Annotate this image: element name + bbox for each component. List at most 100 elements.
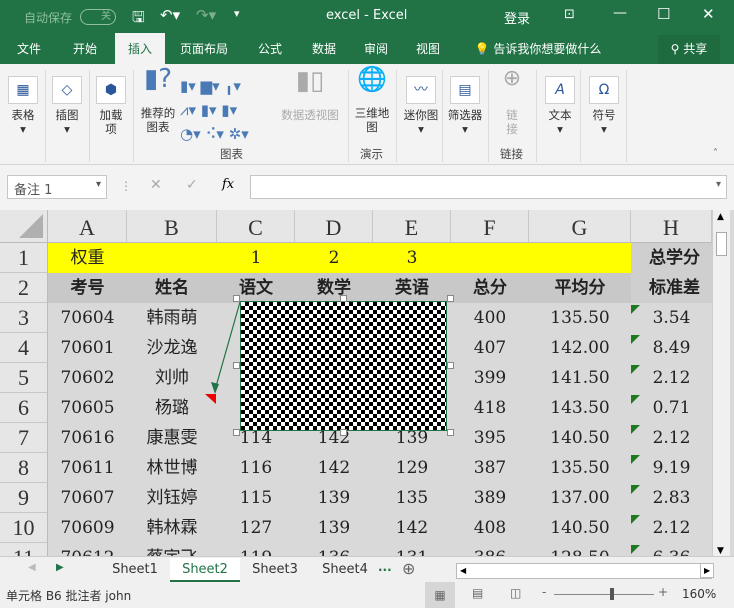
table-cell[interactable]: 387 — [451, 453, 529, 483]
table-cell[interactable]: 141.50 — [529, 363, 631, 393]
row-header-5[interactable]: 5 — [0, 363, 48, 393]
normal-view-icon[interactable]: ▦ — [425, 582, 455, 608]
table-cell[interactable]: 140.50 — [529, 513, 631, 543]
table-cell[interactable]: 70609 — [48, 513, 127, 543]
collapse-ribbon-icon[interactable]: ˄ — [713, 148, 718, 159]
save-icon[interactable]: 🖫 — [132, 7, 145, 32]
table-cell[interactable]: 389 — [451, 483, 529, 513]
zoom-level[interactable]: 160% — [682, 587, 716, 601]
resize-handle[interactable] — [233, 295, 240, 302]
table-cell[interactable]: 8.49 — [631, 333, 712, 363]
header-cell[interactable]: 英语 — [373, 273, 451, 303]
table-cell[interactable]: 140.50 — [529, 423, 631, 453]
table-cell[interactable]: 林世博 — [127, 453, 217, 483]
table-cell[interactable]: 135.50 — [529, 453, 631, 483]
table-cell[interactable]: 2.83 — [631, 483, 712, 513]
table-cell[interactable]: 137.00 — [529, 483, 631, 513]
scroll-right-arrow[interactable]: ▶ — [700, 563, 715, 578]
resize-handle[interactable] — [233, 362, 240, 369]
tab-file[interactable]: 文件 — [8, 33, 50, 64]
table-cell[interactable]: 70616 — [48, 423, 127, 453]
table-cell[interactable]: 2.12 — [631, 513, 712, 543]
ribbon-display-icon[interactable]: ⊡ — [564, 7, 575, 22]
resize-handle[interactable] — [447, 362, 454, 369]
table-cell[interactable]: 127 — [217, 513, 295, 543]
zoom-in-icon[interactable]: + — [658, 585, 668, 599]
cell-h1[interactable]: 总学分 — [631, 243, 712, 273]
table-cell[interactable]: 400 — [451, 303, 529, 333]
resize-handle[interactable] — [340, 295, 347, 302]
page-break-icon[interactable]: ◫ — [510, 586, 521, 600]
zoom-slider[interactable] — [554, 588, 654, 600]
column-header-e[interactable]: E — [373, 210, 451, 243]
maximize-icon[interactable]: ☐ — [657, 5, 670, 23]
column-header-g[interactable]: G — [529, 210, 631, 243]
tab-view[interactable]: 视图 — [408, 33, 448, 64]
name-box[interactable]: 备注 1 ▾ — [7, 175, 107, 199]
table-cell[interactable]: 9.19 — [631, 453, 712, 483]
select-all-button[interactable] — [0, 210, 48, 243]
tab-data[interactable]: 数据 — [304, 33, 344, 64]
table-button[interactable]: ▦ 表格 ▾ — [4, 70, 42, 136]
table-cell[interactable]: 129 — [373, 453, 451, 483]
scroll-left-icon[interactable]: ◀ — [28, 562, 36, 573]
row-header-2[interactable]: 2 — [0, 273, 48, 303]
column-header-d[interactable]: D — [295, 210, 373, 243]
table-cell[interactable]: 399 — [451, 363, 529, 393]
resize-handle[interactable] — [447, 295, 454, 302]
table-cell[interactable]: 70602 — [48, 363, 127, 393]
table-cell[interactable]: 119 — [217, 543, 295, 556]
scroll-right-icon[interactable]: ▶ — [56, 562, 64, 573]
table-cell[interactable]: 2.12 — [631, 363, 712, 393]
symbols-button[interactable]: Ω 符号 ▾ — [584, 70, 624, 136]
addins-button[interactable]: ⬢ 加载项 — [92, 70, 130, 136]
table-cell[interactable]: 70612 — [48, 543, 127, 556]
table-cell[interactable]: 115 — [217, 483, 295, 513]
enter-icon[interactable]: ✓ — [186, 177, 198, 193]
column-header-f[interactable]: F — [451, 210, 529, 243]
table-cell[interactable]: 143.50 — [529, 393, 631, 423]
zoom-out-icon[interactable]: - — [542, 585, 546, 599]
tell-me-box[interactable]: 💡 告诉我你想要做什么 — [468, 33, 608, 64]
sparklines-button[interactable]: 〰迷你图 ▾ — [400, 70, 442, 136]
sheet-tab-sheet4[interactable]: Sheet4 — [310, 558, 380, 582]
column-header-c[interactable]: C — [217, 210, 295, 243]
row-header-10[interactable]: 10 — [0, 513, 48, 543]
column-header-b[interactable]: B — [127, 210, 217, 243]
header-cell[interactable]: 考号 — [48, 273, 127, 303]
table-cell[interactable]: 128.50 — [529, 543, 631, 556]
cell-c1[interactable]: 1 — [217, 243, 295, 273]
tab-review[interactable]: 审阅 — [356, 33, 396, 64]
row-header-6[interactable]: 6 — [0, 393, 48, 423]
illustrations-button[interactable]: ◇ 插图 ▾ — [48, 70, 86, 136]
table-cell[interactable]: 142 — [295, 453, 373, 483]
sheet-tab-sheet1[interactable]: Sheet1 — [100, 558, 170, 582]
table-cell[interactable]: 395 — [451, 423, 529, 453]
minimize-icon[interactable]: — — [613, 5, 627, 21]
table-cell[interactable]: 0.71 — [631, 393, 712, 423]
table-cell[interactable]: 135 — [373, 483, 451, 513]
table-cell[interactable]: 142 — [373, 513, 451, 543]
text-button[interactable]: A 文本 ▾ — [540, 70, 580, 136]
table-cell[interactable]: 3.54 — [631, 303, 712, 333]
vertical-scrollbar[interactable]: ▲ ▼ — [712, 210, 730, 558]
recommended-charts-button[interactable]: ▮? 推荐的图表 — [137, 66, 179, 134]
table-cell[interactable]: 135.50 — [529, 303, 631, 333]
header-cell[interactable]: 平均分 — [529, 273, 631, 303]
cell-a1[interactable]: 权重 — [48, 243, 127, 273]
table-cell[interactable]: 139 — [295, 483, 373, 513]
3d-map-button[interactable]: 🌐 三维地图 — [352, 67, 392, 134]
table-cell[interactable]: 116 — [217, 453, 295, 483]
row-header-9[interactable]: 9 — [0, 483, 48, 513]
table-cell[interactable]: 康惠雯 — [127, 423, 217, 453]
table-cell[interactable]: 2.12 — [631, 423, 712, 453]
column-header-a[interactable]: A — [48, 210, 127, 243]
tab-insert[interactable]: 插入 — [115, 33, 165, 64]
undo-icon[interactable]: ↶▾ — [160, 6, 180, 24]
table-cell[interactable]: 6.36 — [631, 543, 712, 556]
table-cell[interactable]: 386 — [451, 543, 529, 556]
row-header-8[interactable]: 8 — [0, 453, 48, 483]
insert-function-button[interactable]: fx — [222, 177, 234, 192]
close-icon[interactable]: ✕ — [702, 5, 715, 23]
table-cell[interactable]: 407 — [451, 333, 529, 363]
